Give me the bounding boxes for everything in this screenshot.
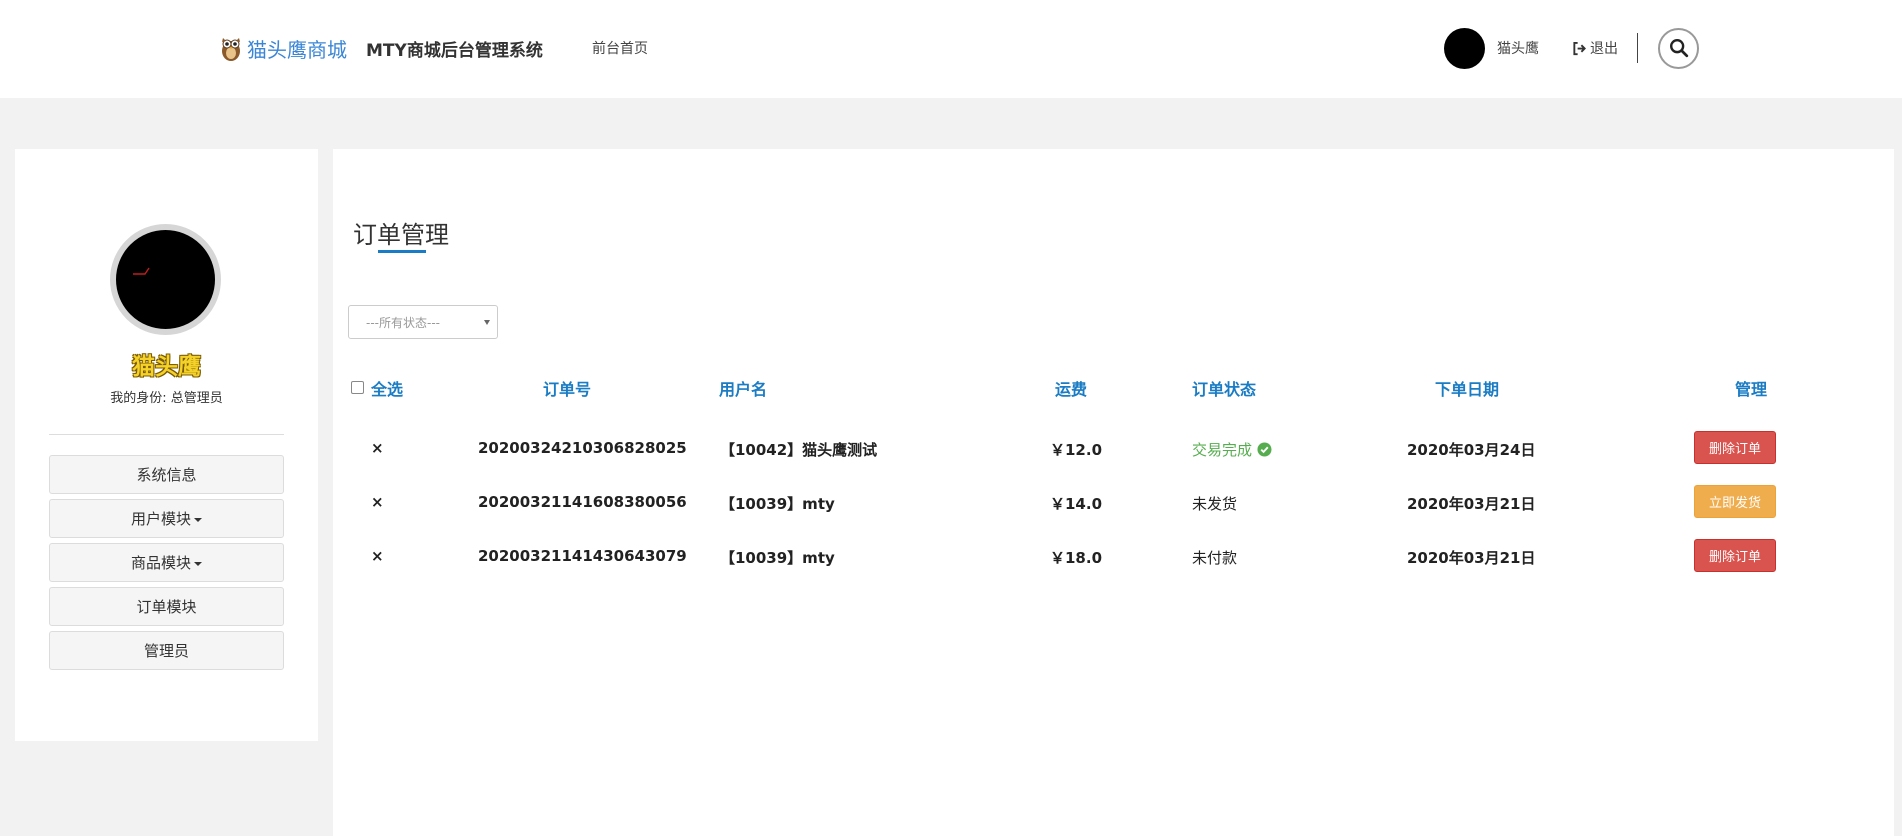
order-user: 【10039】mty (720, 495, 835, 513)
table-row: × 20200321141430643079 【10039】mty ￥18.0 … (333, 539, 1894, 573)
caret-down-icon (194, 561, 202, 566)
check-circle-icon (1257, 442, 1272, 457)
ship-now-button[interactable]: 立即发货 (1694, 485, 1776, 518)
profile-name: 猫头鹰 (132, 354, 201, 380)
delete-order-button[interactable]: 删除订单 (1694, 539, 1776, 572)
table-header: 全选 订单号 用户名 运费 订单状态 下单日期 管理 (333, 376, 1894, 400)
sidebar-item-label: 商品模块 (130, 554, 191, 572)
order-user: 【10042】猫头鹰测试 (720, 441, 878, 459)
row-select-mark[interactable]: × (371, 439, 384, 457)
order-date: 2020年03月21日 (1407, 495, 1536, 513)
search-button[interactable] (1658, 27, 1699, 69)
nav-username[interactable]: 猫头鹰 (1497, 38, 1539, 58)
owl-logo-icon (222, 38, 240, 61)
sidebar-item-user-module[interactable]: 用户模块 (49, 499, 284, 538)
avatar-mark-icon (133, 267, 150, 275)
table-row: × 20200324210306828025 【10042】猫头鹰测试 ￥12.… (333, 431, 1894, 465)
nav-divider (1637, 33, 1638, 63)
logout-label: 退出 (1590, 41, 1618, 57)
order-status: 交易完成 (1192, 439, 1272, 460)
order-number: 20200324210306828025 (478, 439, 687, 457)
sidebar-menu: 系统信息 用户模块 商品模块 订单模块 管理员 (49, 455, 284, 675)
logout-button[interactable]: 退出 (1572, 38, 1618, 58)
top-navbar: 猫头鹰商城 MTY商城后台管理系统 前台首页 猫头鹰 退出 (0, 0, 1902, 98)
select-all-checkbox[interactable] (351, 381, 364, 394)
frontend-home-link[interactable]: 前台首页 (592, 38, 648, 58)
system-title: MTY商城后台管理系统 (366, 41, 543, 61)
order-number: 20200321141608380056 (478, 493, 687, 511)
profile-avatar (110, 224, 221, 335)
sidebar-item-label: 管理员 (143, 642, 189, 660)
column-freight: 运费 (1055, 380, 1088, 399)
order-number: 20200321141430643079 (478, 547, 687, 565)
sidebar-item-admin[interactable]: 管理员 (49, 631, 284, 670)
column-date: 下单日期 (1435, 380, 1500, 399)
column-user: 用户名 (719, 380, 768, 399)
column-status: 订单状态 (1192, 380, 1257, 399)
sidebar-item-label: 系统信息 (136, 466, 197, 484)
sidebar-item-product-module[interactable]: 商品模块 (49, 543, 284, 582)
order-freight: ￥18.0 (1050, 549, 1103, 567)
order-freight: ￥14.0 (1050, 495, 1103, 513)
logout-icon (1573, 41, 1586, 55)
brand-logo-link[interactable]: 猫头鹰商城 (219, 32, 347, 64)
order-status-text: 未付款 (1192, 549, 1238, 567)
row-select-mark[interactable]: × (371, 493, 384, 511)
sidebar-divider (49, 434, 284, 435)
brand-name: 猫头鹰商城 (247, 37, 347, 62)
status-filter-select[interactable]: ---所有状态--- (348, 305, 498, 339)
column-order-no: 订单号 (543, 380, 592, 399)
sidebar: 猫头鹰 我的身份: 总管理员 系统信息 用户模块 商品模块 订单模块 管理员 (15, 149, 318, 741)
order-freight: ￥12.0 (1050, 441, 1103, 459)
search-icon (1669, 39, 1688, 58)
order-date: 2020年03月21日 (1407, 549, 1536, 567)
profile-role: 我的身份: 总管理员 (110, 391, 223, 406)
column-manage: 管理 (1735, 380, 1768, 399)
column-select-all[interactable]: 全选 (371, 376, 403, 400)
sidebar-item-system-info[interactable]: 系统信息 (49, 455, 284, 494)
sidebar-item-label: 用户模块 (130, 510, 191, 528)
status-filter-value: ---所有状态--- (366, 315, 440, 330)
title-underline (378, 250, 426, 253)
main-panel: 订单管理 ---所有状态--- 全选 订单号 用户名 运费 订单状态 下单日期 … (333, 149, 1894, 836)
delete-order-button[interactable]: 删除订单 (1694, 431, 1776, 464)
caret-down-icon (194, 517, 202, 522)
page-title: 订单管理 (353, 221, 449, 249)
row-select-mark[interactable]: × (371, 547, 384, 565)
avatar[interactable] (1444, 27, 1485, 69)
order-status-text: 交易完成 (1192, 441, 1253, 459)
order-status-text: 未发货 (1192, 495, 1238, 513)
table-row: × 20200321141608380056 【10039】mty ￥14.0 … (333, 485, 1894, 519)
dropdown-arrow-icon (484, 320, 490, 325)
order-date: 2020年03月24日 (1407, 441, 1536, 459)
sidebar-item-label: 订单模块 (136, 598, 197, 616)
sidebar-item-order-module[interactable]: 订单模块 (49, 587, 284, 626)
order-user: 【10039】mty (720, 549, 835, 567)
user-area: 猫头鹰 退出 (1444, 27, 1699, 69)
